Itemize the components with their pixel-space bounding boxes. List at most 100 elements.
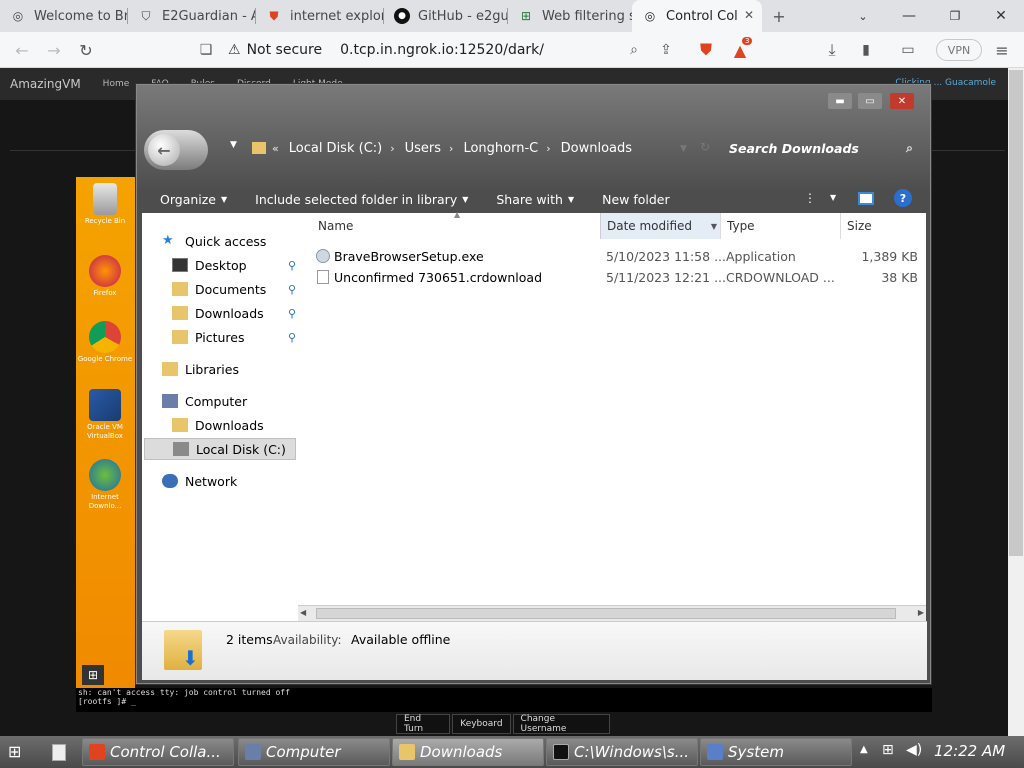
tab-web-filtering[interactable]: ⊞ Web filtering so [508,0,632,32]
file-row[interactable]: BraveBrowserSetup.exe 5/10/2023 11:58 ..… [298,247,926,267]
refresh-icon[interactable]: ↻ [700,140,710,154]
volume-icon[interactable]: ◀) [906,742,922,758]
restore-button[interactable]: ❐ [932,0,978,32]
taskbar-item-computer[interactable]: Computer [238,738,390,766]
remote-console[interactable]: sh: can't access tty: job control turned… [76,688,932,712]
column-size[interactable]: Size [840,213,926,239]
reload-button[interactable]: ↻ [74,38,98,62]
view-options-icon[interactable]: ⋮ [804,191,816,205]
breadcrumb-downloads[interactable]: Downloads [561,141,632,156]
file-row[interactable]: Unconfirmed 730651.crdownload 5/11/2023 … [298,268,926,288]
preview-pane-icon[interactable] [858,192,874,205]
view-dropdown-icon[interactable]: ▼ [830,193,836,202]
virtualbox-shortcut[interactable]: Oracle VM VirtualBox [76,389,134,441]
explorer-back-button[interactable]: ← [144,130,208,170]
nav-computer-downloads[interactable]: Downloads [172,414,264,436]
share-icon[interactable]: ⇪ [654,38,678,62]
tab-github[interactable]: ● GitHub - e2guard [384,0,508,32]
tab-search-chevron-icon[interactable]: ⌄ [840,0,886,32]
include-in-library-menu[interactable]: Include selected folder in library ▼ [255,192,468,207]
zoom-icon[interactable]: ⌕ [622,38,646,62]
nav-network[interactable]: Network [162,470,237,492]
breadcrumb-separator-icon[interactable]: › [449,142,453,155]
breadcrumb-overflow[interactable]: « [272,142,279,155]
column-name[interactable]: Name [312,213,602,239]
recent-locations-chevron-icon[interactable]: ▼ [230,140,237,150]
pin-icon[interactable]: ⚲ [288,307,296,320]
nav-home[interactable]: Home [103,79,130,89]
tab-control-collab[interactable]: ◎ Control Colla ✕ [632,0,762,32]
vpn-button[interactable]: VPN [936,39,982,61]
column-date-modified[interactable]: Date modified ▼ [600,213,720,239]
taskbar-item-cmd[interactable]: C:\Windows\s... [546,738,698,766]
remote-desktop[interactable]: Recycle Bin Firefox Google Chrome Oracle… [76,177,135,689]
organize-menu[interactable]: Organize ▼ [160,192,227,207]
taskbar-item-control-collab[interactable]: Control Colla... [82,738,234,766]
brave-rewards-icon[interactable]: ▲ 3 [728,37,753,62]
new-folder-button[interactable]: New folder [602,192,670,207]
pin-icon[interactable]: ⚲ [288,331,296,344]
explorer-search-input[interactable]: Search Downloads ⌕ [721,136,923,160]
close-window-button[interactable]: ✕ [978,0,1024,32]
sidebar-icon[interactable]: ▮ [854,38,878,62]
explorer-address-bar[interactable]: « Local Disk (C:) › Users › Longhorn-C ›… [252,136,732,160]
network-tray-icon[interactable]: ⊞ [882,742,894,758]
wallet-icon[interactable]: ▭ [896,38,920,62]
brave-shields-icon[interactable]: ⛊ [694,38,718,62]
firefox-shortcut[interactable]: Firefox [76,255,134,298]
tab-e2guardian[interactable]: ⛉ E2Guardian - Ac [128,0,256,32]
breadcrumb-separator-icon[interactable]: › [390,142,394,155]
explorer-close-button[interactable]: ✕ [890,93,914,109]
nav-desktop[interactable]: Desktop ⚲ [172,254,296,276]
taskbar-clock[interactable]: 12:22 AM [934,742,1005,760]
chrome-shortcut[interactable]: Google Chrome [76,321,134,364]
tab-welcome-brave[interactable]: ◎ Welcome to Brav [0,0,128,32]
help-icon[interactable]: ? [894,189,912,207]
taskbar-item-downloads[interactable]: Downloads [392,738,544,766]
nav-downloads[interactable]: Downloads ⚲ [172,302,296,324]
back-button[interactable]: ← [10,38,34,62]
address-dropdown-icon[interactable]: ▼ [680,144,687,154]
nav-local-disk[interactable]: Local Disk (C:) [144,438,296,460]
download-icon[interactable]: ⤓ [820,38,844,62]
close-tab-icon[interactable]: ✕ [744,8,754,22]
site-brand[interactable]: AmazingVM [10,77,81,91]
breadcrumb-users[interactable]: Users [405,141,441,156]
recycle-bin-shortcut[interactable]: Recycle Bin [76,183,134,226]
forward-button[interactable]: → [42,38,66,62]
taskbar-item-system[interactable]: System [700,738,852,766]
explorer-minimize-button[interactable]: ▬ [828,93,852,109]
nav-libraries[interactable]: Libraries [162,358,239,380]
nav-computer[interactable]: Computer [162,390,247,412]
explorer-maximize-button[interactable]: ▭ [858,93,882,109]
scroll-thumb[interactable] [316,608,896,619]
bookmark-icon[interactable]: ❏ [194,38,218,62]
tray-expand-icon[interactable]: ▲ [860,744,868,755]
scroll-right-icon[interactable]: ▶ [918,608,924,617]
nav-quick-access[interactable]: ★ Quick access [162,230,266,252]
horizontal-scrollbar[interactable]: ◀ ▶ [298,605,926,621]
tab-internet-explorer[interactable]: ⛊ internet explore [256,0,384,32]
page-scrollbar-thumb[interactable] [1009,70,1023,556]
share-with-menu[interactable]: Share with ▼ [496,192,574,207]
nav-documents[interactable]: Documents ⚲ [172,278,296,300]
chevron-down-icon[interactable]: ▼ [711,222,717,231]
breadcrumb-longhorn[interactable]: Longhorn-C [463,141,538,156]
end-turn-button[interactable]: End Turn [396,714,451,734]
change-username-button[interactable]: Change Username [512,714,610,734]
breadcrumb-separator-icon[interactable]: › [546,142,550,155]
internet-download-shortcut[interactable]: Internet Downlo... [76,459,134,511]
menu-icon[interactable]: ≡ [990,38,1014,62]
minimize-button[interactable]: — [886,0,932,32]
keyboard-button[interactable]: Keyboard [452,714,511,734]
explorer-window[interactable]: ▬ ▭ ✕ ← ▼ « Local Disk (C:) › Users › Lo… [135,83,932,685]
windows-start-icon[interactable]: ⊞ [82,665,104,685]
scroll-left-icon[interactable]: ◀ [300,608,306,617]
breadcrumb-local-disk[interactable]: Local Disk (C:) [289,141,382,156]
nav-pictures[interactable]: Pictures ⚲ [172,326,296,348]
new-tab-button[interactable]: + [767,4,791,28]
show-desktop-icon[interactable] [52,744,66,761]
column-type[interactable]: Type [720,213,840,239]
pin-icon[interactable]: ⚲ [288,259,296,272]
pin-icon[interactable]: ⚲ [288,283,296,296]
